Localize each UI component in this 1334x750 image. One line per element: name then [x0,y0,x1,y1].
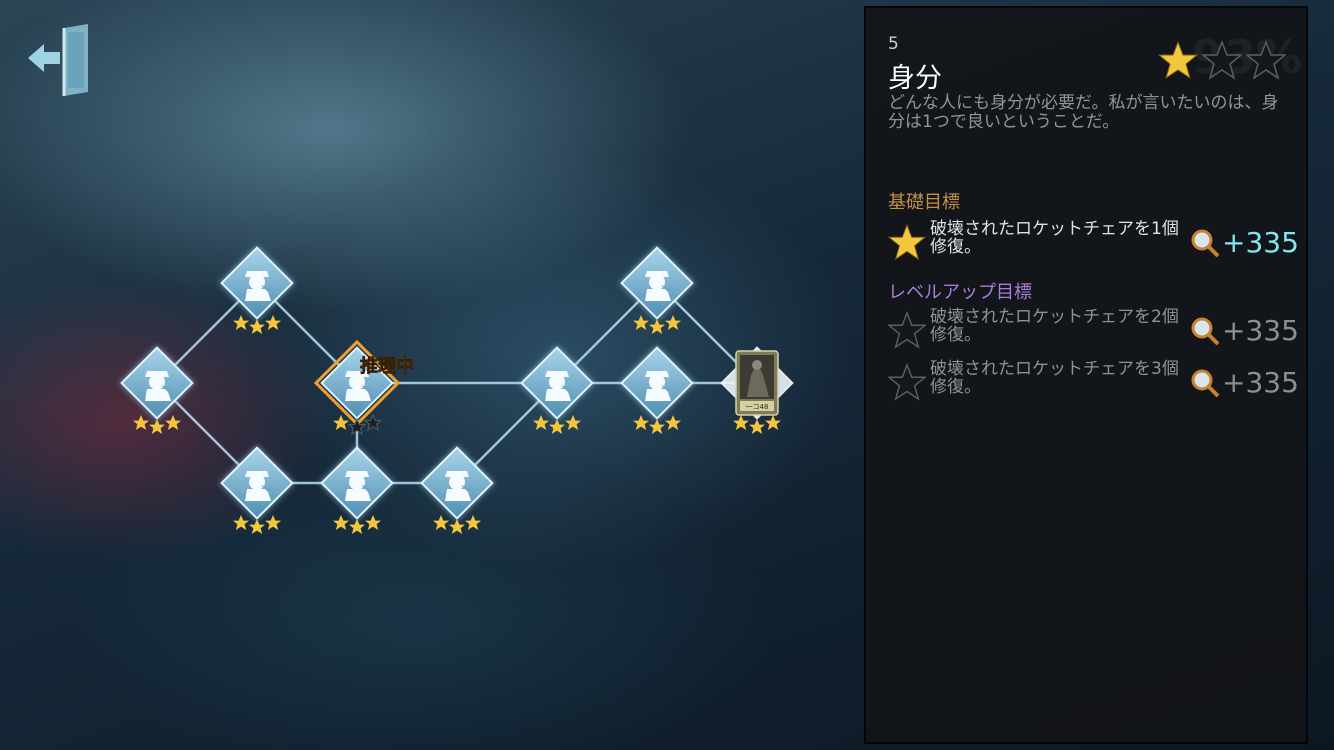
deduction-node[interactable] [318,444,396,534]
deduction-graph: 推理中 一コ48 [118,244,794,534]
deduction-node[interactable] [618,344,696,434]
goal-text: 破壊されたロケットチェアを2個修復。 [930,307,1179,345]
star-empty-icon [1246,40,1286,80]
goal-reward: +335 [1190,314,1299,347]
in-progress-label: 推理中 [360,355,414,377]
deduction-node[interactable] [218,244,296,334]
magnifier-icon [1191,317,1220,345]
star-empty-icon [888,363,926,401]
deduction-star-rating [1158,40,1286,80]
star-empty-icon [888,311,926,349]
card-caption: 一コ48 [746,403,769,411]
reward-value: +335 [1222,366,1299,399]
reward-value: +335 [1222,226,1299,259]
deduction-description: どんな人にも身分が必要だ。私が言いたいのは、身分は1つで良いということだ。 [888,93,1279,132]
node-stars [333,413,383,436]
deduction-node[interactable] [518,344,596,434]
deduction-title: 身分 [888,63,942,94]
goal-item: 破壊されたロケットチェアを2個修復。 +335 [888,307,1299,354]
goal-text: 破壊されたロケットチェアを3個修復。 [930,359,1179,397]
deduction-node[interactable] [618,244,696,334]
reward-value: +335 [1222,314,1299,347]
goal-text: 破壊されたロケットチェアを1個修復。 [930,219,1179,257]
character-card-icon: 一コ48 [735,350,779,416]
levelup-goal-heading: レベルアップ目標 [888,282,1032,303]
deduction-node[interactable] [418,444,496,534]
goal-item: 破壊されたロケットチェアを1個修復。 +335 [888,219,1299,266]
star-filled-icon [1158,40,1198,80]
deduction-node[interactable] [218,444,296,534]
deduction-detail-panel: 93% 5 身分 どんな人にも身分が必要だ。私が言いたいのは、身分は1つで良いと… [864,6,1308,744]
deduction-node[interactable] [118,344,196,434]
star-filled-icon [888,223,926,261]
star-empty-icon [1202,40,1242,80]
basic-goal-heading: 基礎目標 [888,192,960,213]
goal-reward: +335 [1190,366,1299,399]
magnifier-icon [1191,369,1220,397]
goal-reward: +335 [1190,226,1299,259]
deduction-number: 5 [888,34,899,54]
magnifier-icon [1191,229,1220,257]
game-screen: { "graph": { "active_label": "推理中", "car… [0,0,1334,750]
reward-card-node[interactable]: 一コ48 [720,346,794,434]
goal-item: 破壊されたロケットチェアを3個修復。 +335 [888,359,1299,406]
